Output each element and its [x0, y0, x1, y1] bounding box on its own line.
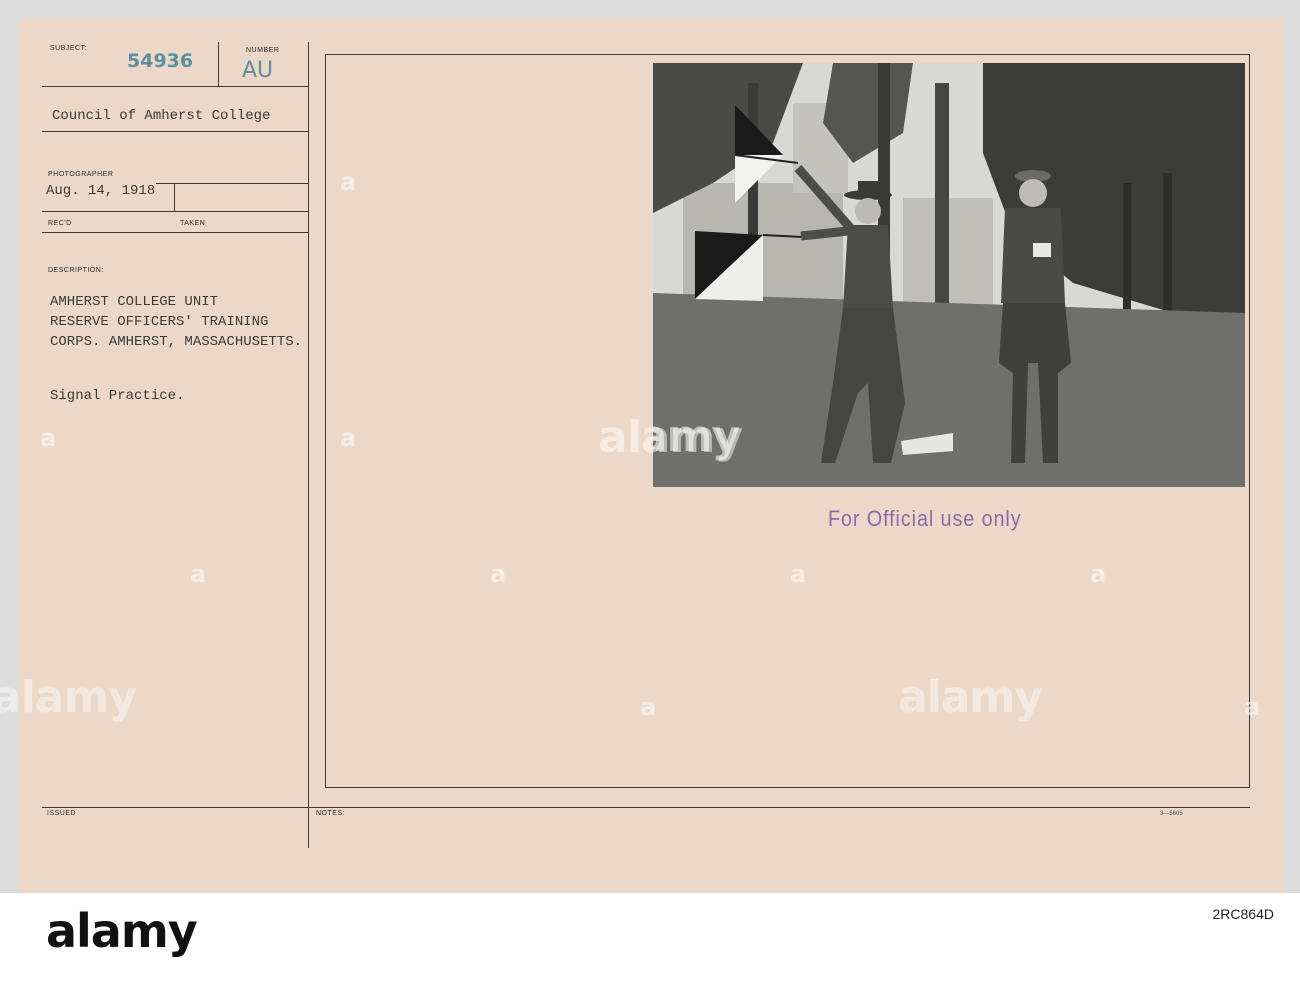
notes-label: NOTES: — [316, 810, 346, 817]
rule-date-divider — [174, 183, 175, 211]
watermark-dot: a — [1090, 560, 1107, 588]
rule-notes — [308, 807, 309, 847]
description-line-2: RESERVE OFFICERS' TRAINING — [50, 314, 269, 330]
officer-face — [1019, 179, 1047, 207]
taken-label: TAKEN — [180, 220, 206, 227]
subject-label: SUBJECT: — [50, 45, 88, 52]
card-watermark: alamy — [898, 672, 1043, 723]
caption-text: Signal Practice. — [50, 388, 185, 404]
form-code: 3—5605 — [1160, 811, 1183, 817]
rule-top-left — [42, 86, 308, 87]
description-line-1: AMHERST COLLEGE UNIT — [50, 294, 219, 310]
date-text: Aug. 14, 1918 — [46, 183, 156, 199]
rule-date — [42, 211, 308, 212]
frame-left — [325, 54, 326, 788]
signaller-torso — [843, 225, 893, 308]
number-value: AU — [242, 58, 274, 83]
signaller-face — [855, 198, 881, 224]
watermark-dot: a — [190, 560, 207, 588]
signaller-arm-left — [800, 226, 849, 241]
rule-subject-divider — [218, 42, 219, 86]
frame-bottom — [325, 787, 1250, 788]
card-watermark: alamy — [0, 672, 137, 723]
image-id: 2RC864D — [1212, 906, 1274, 922]
watermark-dot: a — [40, 424, 57, 452]
rule-bottom — [42, 807, 1250, 808]
rule-source — [42, 131, 308, 132]
watermark-dot: a — [340, 168, 357, 196]
tree-trunk — [935, 83, 949, 303]
watermark-dot: a — [340, 424, 357, 452]
watermark-dot: a — [490, 560, 507, 588]
tree-trunk — [1163, 173, 1172, 323]
watermark-dot: a — [640, 693, 657, 721]
frame-right — [1249, 54, 1250, 788]
source-text: Council of Amherst College — [52, 108, 271, 124]
alamy-logo: alamy — [46, 904, 198, 958]
number-label: NUMBER — [246, 47, 280, 54]
rule-left-column — [308, 42, 309, 848]
rule-date-top — [156, 183, 308, 184]
frame-top — [325, 54, 1250, 55]
tree-trunk — [1123, 183, 1131, 323]
issued-label: ISSUED — [47, 810, 77, 817]
watermark-dot: a — [1244, 693, 1261, 721]
official-use-stamp: For Official use only — [828, 506, 1022, 531]
photographer-label: PHOTOGRAPHER — [48, 171, 114, 178]
description-line-3: CORPS. AMHERST, MASSACHUSETTS. — [50, 334, 303, 350]
rule-description — [42, 232, 308, 233]
campaign-hat-crown — [858, 181, 878, 195]
watermark-dot: a — [790, 560, 807, 588]
recd-label: REC'D — [48, 220, 72, 227]
card-watermark: alamy — [598, 412, 743, 463]
description-label: DESCRIPTION: — [48, 267, 104, 274]
subject-number: 54936 — [127, 50, 194, 72]
notepad — [1033, 243, 1051, 257]
